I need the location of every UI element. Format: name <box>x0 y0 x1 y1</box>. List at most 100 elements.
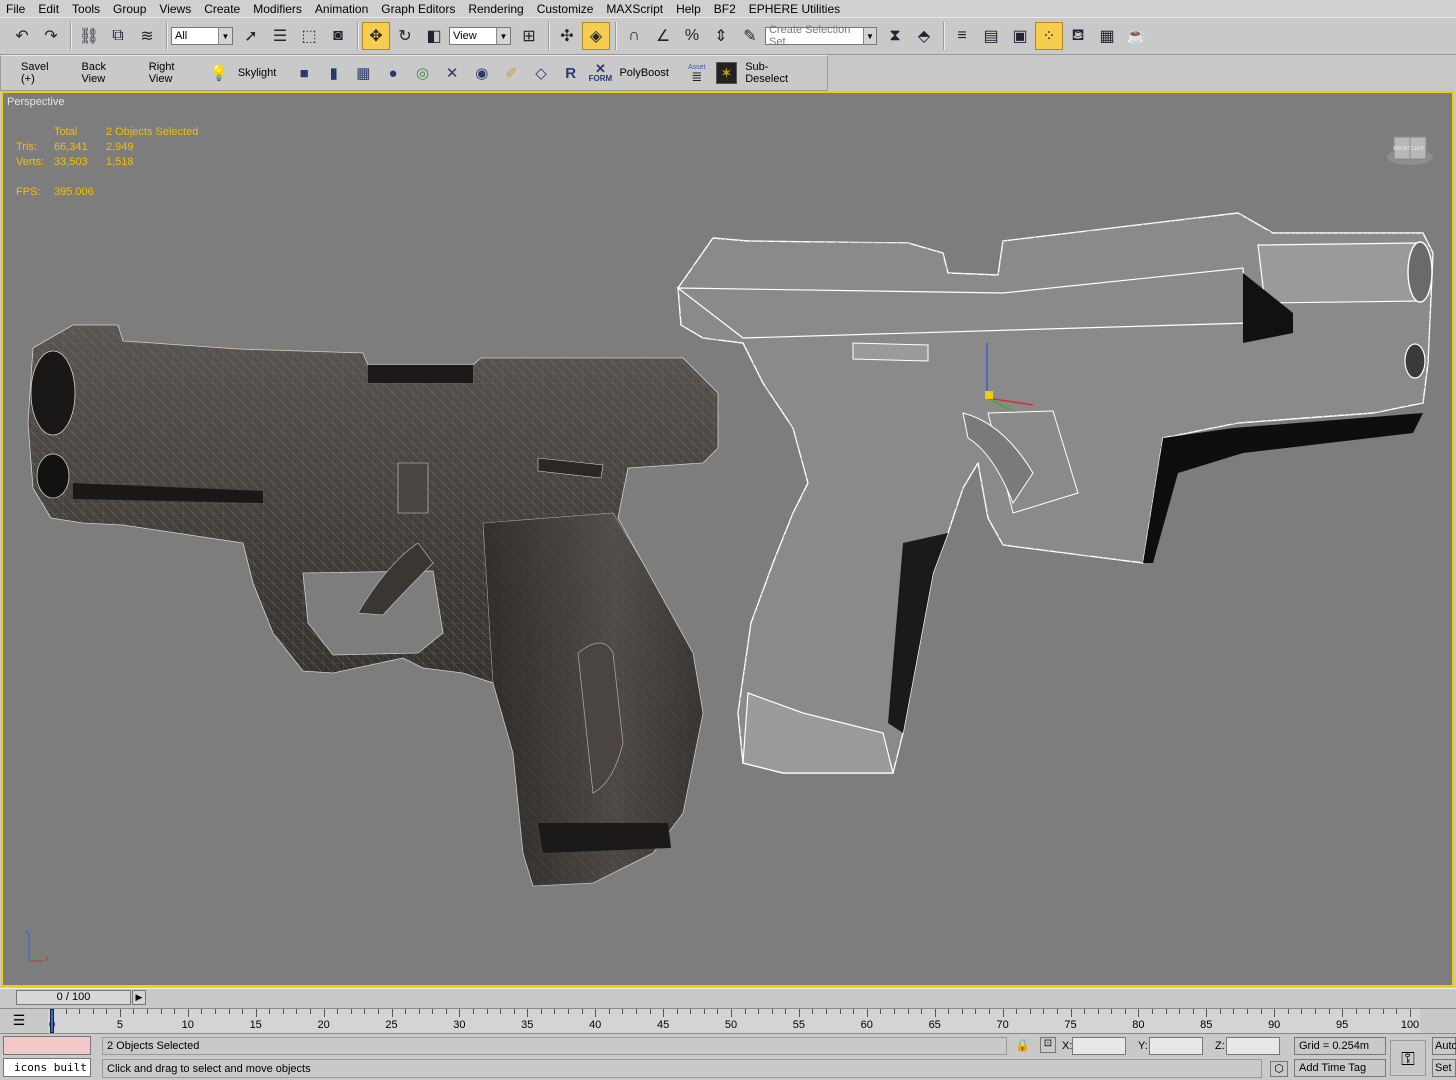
window-crossing-icon[interactable]: ◙ <box>324 22 352 50</box>
edit-named-selections-icon[interactable]: ✎ <box>736 22 764 50</box>
schematic-view-icon[interactable]: ▣ <box>1006 22 1034 50</box>
track-bar-menu-icon[interactable]: ☰ <box>8 1012 30 1030</box>
menu-bf2[interactable]: BF2 <box>714 2 736 16</box>
sphere-icon[interactable]: ● <box>382 62 404 84</box>
menu-modifiers[interactable]: Modifiers <box>253 2 302 16</box>
undo-icon[interactable]: ↶ <box>8 22 36 50</box>
material-editor-icon[interactable]: ⁘ <box>1035 22 1063 50</box>
ruler-tick <box>595 1009 597 1017</box>
ruler-label: 65 <box>928 1019 941 1031</box>
add-time-tag-icon[interactable]: ⬡ <box>1270 1061 1288 1077</box>
wireframe-pistol-model[interactable] <box>676 212 1434 774</box>
keyboard-shortcut-override-icon[interactable]: ◈ <box>582 22 610 50</box>
menu-file[interactable]: File <box>6 2 25 16</box>
z-coord-field[interactable] <box>1226 1037 1280 1055</box>
ruler-label: 10 <box>181 1019 194 1031</box>
cylinder-icon[interactable]: ▮ <box>323 62 345 84</box>
selection-filter-dropdown[interactable]: All ▼ <box>171 27 233 45</box>
box-icon[interactable]: ■ <box>293 62 315 84</box>
ruler-label: 20 <box>317 1019 330 1031</box>
select-by-name-icon[interactable]: ☰ <box>266 22 294 50</box>
absolute-mode-icon[interactable]: ⊡ <box>1040 1037 1056 1053</box>
named-selection-set-dropdown[interactable]: Create Selection Set ▼ <box>765 24 877 48</box>
bind-space-warp-icon[interactable]: ≋ <box>133 22 161 50</box>
set-key-icon[interactable]: ⚿ <box>1390 1040 1426 1076</box>
manipulate-icon[interactable]: ✣ <box>553 22 581 50</box>
textured-pistol-model[interactable] <box>27 324 719 887</box>
ruler-tick <box>798 1009 800 1017</box>
menu-customize[interactable]: Customize <box>537 2 594 16</box>
xform-icon[interactable]: ✕ FORM <box>589 62 613 84</box>
lock-icon[interactable]: 🔒 <box>1015 1038 1030 1052</box>
savel-button[interactable]: Savel (+) <box>21 61 65 85</box>
grid-icon[interactable]: ▦ <box>353 62 375 84</box>
auto-key-button[interactable]: Auto <box>1432 1037 1456 1055</box>
ruler-tick <box>79 1009 81 1014</box>
menu-create[interactable]: Create <box>204 2 240 16</box>
right-view-button[interactable]: Right View <box>149 61 200 85</box>
rendered-frame-window-icon[interactable]: ▦ <box>1093 22 1121 50</box>
menu-animation[interactable]: Animation <box>315 2 368 16</box>
toolbar-divider <box>548 22 549 50</box>
layer-manager-icon[interactable]: ≡ <box>948 22 976 50</box>
sub-deselect-button[interactable]: Sub-Deselect <box>745 61 810 85</box>
maxscript-listener-mini[interactable] <box>3 1036 91 1055</box>
time-slider[interactable]: 0 / 100 <box>16 990 131 1005</box>
select-and-link-icon[interactable]: ⛓ <box>75 22 103 50</box>
set-key-button[interactable]: Set <box>1432 1059 1456 1077</box>
polyboost-button[interactable]: PolyBoost <box>619 67 669 79</box>
paint-icon[interactable]: ✐ <box>501 62 523 84</box>
rectangular-selection-icon[interactable]: ⬚ <box>295 22 323 50</box>
ruler-tick <box>608 1009 610 1014</box>
ruler-tick <box>242 1009 244 1014</box>
light-bulb-icon[interactable]: 💡 <box>208 62 230 84</box>
cube-outline-icon[interactable]: ◇ <box>530 62 552 84</box>
menu-rendering[interactable]: Rendering <box>468 2 523 16</box>
angle-snap-icon[interactable]: ∠ <box>649 22 677 50</box>
track-bar-ruler[interactable]: 0510152025303540455055606570758085909510… <box>48 1009 1420 1034</box>
reference-coordinate-dropdown[interactable]: View ▼ <box>449 27 511 45</box>
skylight-button[interactable]: Skylight <box>238 67 277 79</box>
mirror-icon[interactable]: ⧗ <box>881 22 909 50</box>
menu-group[interactable]: Group <box>113 2 146 16</box>
maxscript-output[interactable]: icons built <box>3 1058 91 1077</box>
render-setup-icon[interactable]: ⛾ <box>1064 22 1092 50</box>
perspective-viewport[interactable]: Perspective Total 2 Objects Selected Tri… <box>1 91 1454 987</box>
percent-snap-icon[interactable]: % <box>678 22 706 50</box>
back-view-button[interactable]: Back View <box>82 61 132 85</box>
quick-render-icon[interactable]: ☕ <box>1122 22 1150 50</box>
next-frame-icon[interactable]: ▶ <box>132 990 146 1005</box>
ruler-tick <box>1016 1009 1018 1014</box>
ruler-tick <box>758 1009 760 1014</box>
menu-views[interactable]: Views <box>159 2 191 16</box>
select-and-move-icon[interactable]: ✥ <box>362 22 390 50</box>
menu-maxscript[interactable]: MAXScript <box>606 2 663 16</box>
select-and-scale-icon[interactable]: ◧ <box>420 22 448 50</box>
transform-icon[interactable]: ✕ <box>441 62 463 84</box>
unlink-icon[interactable]: ⧉ <box>104 22 132 50</box>
ruler-label: 85 <box>1200 1019 1213 1031</box>
menu-help[interactable]: Help <box>676 2 701 16</box>
redo-icon[interactable]: ↷ <box>37 22 65 50</box>
menu-tools[interactable]: Tools <box>72 2 100 16</box>
menu-graph-editors[interactable]: Graph Editors <box>381 2 455 16</box>
snaps-toggle-icon[interactable]: ∩ <box>620 22 648 50</box>
time-cursor[interactable] <box>50 1009 54 1033</box>
reset-xform-icon[interactable]: R <box>560 62 582 84</box>
asset-icon[interactable]: Asset ≣ <box>686 62 708 84</box>
sub-deselect-icon[interactable]: ✶ <box>715 62 738 84</box>
menu-ephere-utilities[interactable]: EPHERE Utilities <box>749 2 840 16</box>
select-and-rotate-icon[interactable]: ↻ <box>391 22 419 50</box>
align-icon[interactable]: ⬘ <box>910 22 938 50</box>
pivot-center-icon[interactable]: ⊞ <box>515 22 543 50</box>
target-icon[interactable]: ◎ <box>412 62 434 84</box>
select-object-icon[interactable]: ➚ <box>237 22 265 50</box>
ruler-label: 95 <box>1335 1019 1349 1031</box>
torus-icon[interactable]: ◉ <box>471 62 493 84</box>
add-time-tag-button[interactable]: Add Time Tag <box>1294 1059 1386 1077</box>
menu-edit[interactable]: Edit <box>38 2 59 16</box>
x-coord-field[interactable] <box>1072 1037 1126 1055</box>
curve-editor-icon[interactable]: ▤ <box>977 22 1005 50</box>
y-coord-field[interactable] <box>1149 1037 1203 1055</box>
spinner-snap-icon[interactable]: ⇕ <box>707 22 735 50</box>
